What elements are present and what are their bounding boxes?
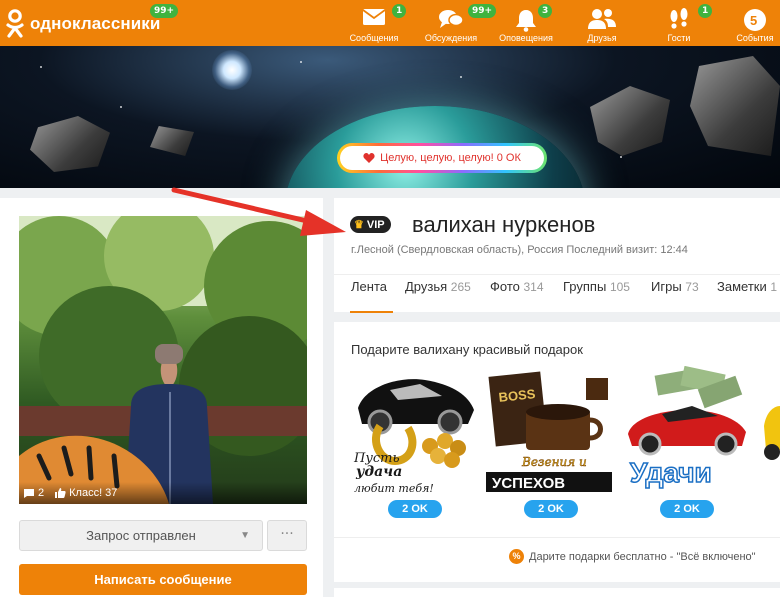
nav-notifications[interactable]: 3 Оповещения: [494, 0, 558, 46]
gift-item[interactable]: BOSS Везения и УСПЕХОВ: [486, 366, 616, 496]
cover-sun: [212, 50, 252, 90]
next-section-edge: [334, 588, 780, 597]
ok-logo-icon: [6, 9, 24, 38]
comment-icon: [24, 488, 34, 498]
last-visit: Последний визит: 12:44: [566, 244, 688, 256]
profile-photo-image: [19, 216, 307, 504]
status-text: Целую, целую, целую! 0 ОК: [380, 152, 521, 164]
photo-stats: 2 Класс! 37: [19, 482, 307, 504]
profile-tabs: Лента Друзья 265 Фото 314 Группы 105 Игр…: [334, 274, 780, 313]
gifts-panel: Подарите валихану красивый подарок Пусть…: [334, 322, 780, 582]
gift-item[interactable]: Пусть удача любит тебя!: [350, 366, 480, 496]
profile-sidebar: 2 Класс! 37 Запрос отправлен ▼ ··· Напис…: [0, 198, 323, 597]
gift-caption-6: Удачи: [630, 457, 712, 488]
star: [40, 66, 42, 68]
nav-events-label: События: [736, 33, 774, 43]
star: [460, 76, 462, 78]
nav-friends-label: Друзья: [587, 33, 617, 43]
gift-image-car-luck: Пусть удача любит тебя!: [353, 379, 474, 495]
gift-image-boss-coffee: BOSS Везения и УСПЕХОВ: [486, 371, 612, 492]
nav-discussions-badge: 99+: [468, 4, 497, 18]
more-actions-button[interactable]: ···: [267, 520, 307, 551]
cover-asteroid: [150, 126, 194, 156]
photo-likes-count: Класс! 37: [69, 487, 118, 499]
nav-messages-label: Сообщения: [349, 33, 399, 43]
nav-guests-badge: 1: [698, 4, 713, 18]
photo-comments-count: 2: [38, 487, 45, 499]
footprints-icon: [670, 8, 688, 29]
vip-badge[interactable]: ♛ VIP: [350, 216, 391, 233]
nav-friends[interactable]: Друзья: [578, 0, 626, 46]
gift-caption-5: УСПЕХОВ: [492, 475, 565, 492]
profile-header: ♛ VIP валихан нуркенов г.Лесной (Свердло…: [334, 198, 780, 313]
gift-image-red-car: Удачи: [628, 365, 746, 489]
profile-location-line: г.Лесной (Свердловская область), Россия …: [351, 244, 688, 256]
gift-price-button[interactable]: 2 OK: [660, 500, 714, 518]
photo-comments[interactable]: 2: [23, 487, 44, 499]
nav-notifications-badge: 3: [538, 4, 553, 18]
nav-guests-label: Гости: [667, 33, 691, 43]
gift-caption-4: Везения и: [521, 455, 587, 469]
star: [120, 106, 122, 108]
cover-asteroid: [690, 56, 780, 156]
tab-feed[interactable]: Лента: [351, 279, 387, 294]
chevron-down-icon: ▼: [240, 530, 250, 541]
cover-asteroid: [30, 116, 110, 172]
status-gift-pill[interactable]: Целую, целую, целую! 0 ОК: [337, 143, 547, 173]
gift-item-partial[interactable]: [758, 366, 780, 496]
free-gifts-link[interactable]: % Дарите подарки бесплатно - "Всё включе…: [509, 549, 756, 564]
events-icon-number: 5: [750, 13, 757, 28]
send-message-button[interactable]: Написать сообщение: [19, 564, 307, 595]
active-tab-indicator: [350, 311, 393, 313]
events-icon: 5: [744, 9, 766, 31]
cover-asteroid: [590, 86, 670, 156]
gift-item[interactable]: Удачи: [622, 365, 752, 496]
annotation-arrow-icon: [171, 187, 346, 236]
nav-guests[interactable]: 1 Гости: [656, 0, 713, 46]
nav-notifications-label: Оповещения: [499, 33, 553, 43]
gift-caption-2: удача: [355, 464, 402, 480]
heart-icon: [363, 153, 375, 163]
gift-caption-3: любит тебя!: [354, 482, 434, 495]
friends-icon: [588, 9, 616, 29]
top-navigation-bar: одноклассники 99+ 1 Сообщения 99+ Обсужд…: [0, 0, 780, 46]
tab-games[interactable]: Игры 73: [651, 279, 699, 294]
tab-photos[interactable]: Фото 314: [490, 279, 544, 294]
thumbs-up-icon: [55, 488, 66, 498]
profile-photo[interactable]: 2 Класс! 37: [19, 216, 307, 504]
gift-price-button[interactable]: 2 OK: [524, 500, 578, 518]
tab-friends[interactable]: Друзья 265: [405, 279, 471, 294]
nav-messages[interactable]: 1 Сообщения: [344, 0, 407, 46]
vip-label: VIP: [366, 218, 385, 231]
logo-badge: 99+: [150, 4, 179, 18]
tab-groups[interactable]: Группы 105: [563, 279, 630, 294]
gift-price-button[interactable]: 2 OK: [388, 500, 442, 518]
friend-request-label: Запрос отправлен: [86, 528, 196, 543]
chat-bubbles-icon: [439, 10, 464, 28]
profile-location[interactable]: г.Лесной (Свердловская область), Россия: [351, 244, 563, 256]
gifts-divider: [334, 537, 780, 538]
tab-notes[interactable]: Заметки 1: [717, 279, 777, 294]
profile-name: валихан нуркенов: [412, 212, 596, 237]
site-logo[interactable]: одноклассники: [4, 9, 164, 39]
logo-text: одноклассники: [30, 14, 161, 33]
free-gifts-text: Дарите подарки бесплатно - "Всё включено…: [529, 550, 756, 563]
star: [300, 61, 302, 63]
percent-icon: %: [509, 549, 524, 564]
friend-request-button[interactable]: Запрос отправлен ▼: [19, 520, 263, 551]
gifts-title: Подарите валихану красивый подарок: [351, 342, 583, 357]
gift-image-partial: [764, 406, 780, 460]
nav-discussions[interactable]: 99+ Обсуждения: [418, 0, 497, 46]
nav-events[interactable]: 5 События: [730, 0, 780, 46]
envelope-icon: [362, 9, 386, 25]
photo-likes[interactable]: Класс! 37: [54, 487, 117, 499]
crown-icon: ♛: [354, 219, 364, 231]
star: [620, 156, 622, 158]
nav-messages-badge: 1: [392, 4, 407, 18]
nav-discussions-label: Обсуждения: [424, 33, 478, 43]
bell-icon: [516, 10, 536, 32]
